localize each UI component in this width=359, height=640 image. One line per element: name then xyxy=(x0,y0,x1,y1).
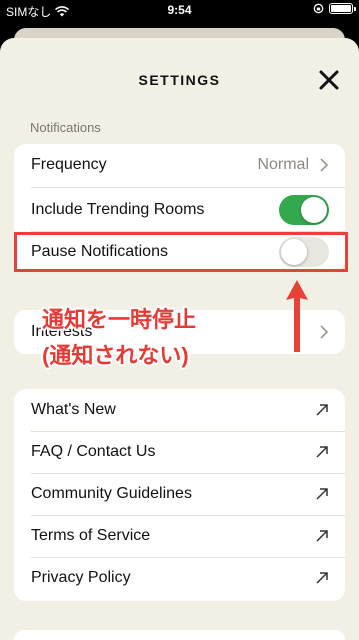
links-card: What's New FAQ / Contact Us Community Gu… xyxy=(14,389,345,601)
external-link-icon xyxy=(316,404,328,416)
external-link-icon xyxy=(316,488,328,500)
chevron-right-icon xyxy=(320,325,329,339)
link-label: What's New xyxy=(31,401,116,418)
status-time: 9:54 xyxy=(167,3,192,17)
battery-icon xyxy=(329,3,356,14)
link-label: Terms of Service xyxy=(31,527,151,544)
trending-rooms-label: Include Trending Rooms xyxy=(31,201,205,218)
external-link-icon xyxy=(316,572,328,584)
divider xyxy=(31,187,345,188)
chevron-right-icon xyxy=(320,158,329,172)
close-icon xyxy=(319,70,339,90)
whats-new-row[interactable]: What's New xyxy=(14,389,345,431)
annotation-line-1: 通知を一時停止 xyxy=(42,307,197,332)
notifications-section-label: Notifications xyxy=(30,120,101,135)
pause-notifications-row: Pause Notifications xyxy=(14,231,345,273)
arrow-up-icon xyxy=(286,280,308,352)
bottom-card xyxy=(14,630,345,640)
community-guidelines-row[interactable]: Community Guidelines xyxy=(14,473,345,515)
pause-notifications-label: Pause Notifications xyxy=(31,243,168,260)
pause-notifications-toggle[interactable] xyxy=(279,237,329,267)
orientation-lock-icon xyxy=(313,3,324,14)
toggle-knob xyxy=(281,239,307,265)
page-title: SETTINGS xyxy=(138,72,221,88)
privacy-policy-row[interactable]: Privacy Policy xyxy=(14,557,345,599)
close-button[interactable] xyxy=(317,68,341,92)
faq-contact-row[interactable]: FAQ / Contact Us xyxy=(14,431,345,473)
annotation-text: 通知を一時停止 (通知されない) xyxy=(42,302,282,374)
trending-rooms-toggle[interactable] xyxy=(279,195,329,225)
link-label: FAQ / Contact Us xyxy=(31,443,156,460)
toggle-knob xyxy=(301,197,327,223)
external-link-icon xyxy=(316,530,328,542)
frequency-row[interactable]: Frequency Normal xyxy=(14,144,345,186)
frequency-label: Frequency xyxy=(31,156,107,173)
link-label: Privacy Policy xyxy=(31,569,131,586)
status-bar: SIMなし 9:54 xyxy=(0,0,359,20)
notifications-card: Frequency Normal Include Trending Rooms … xyxy=(14,144,345,272)
frequency-value: Normal xyxy=(257,156,309,173)
external-link-icon xyxy=(316,446,328,458)
link-label: Community Guidelines xyxy=(31,485,192,502)
trending-rooms-row: Include Trending Rooms xyxy=(14,189,345,231)
terms-of-service-row[interactable]: Terms of Service xyxy=(14,515,345,557)
status-right xyxy=(313,3,356,14)
annotation-line-2: (通知されない) xyxy=(42,343,189,368)
